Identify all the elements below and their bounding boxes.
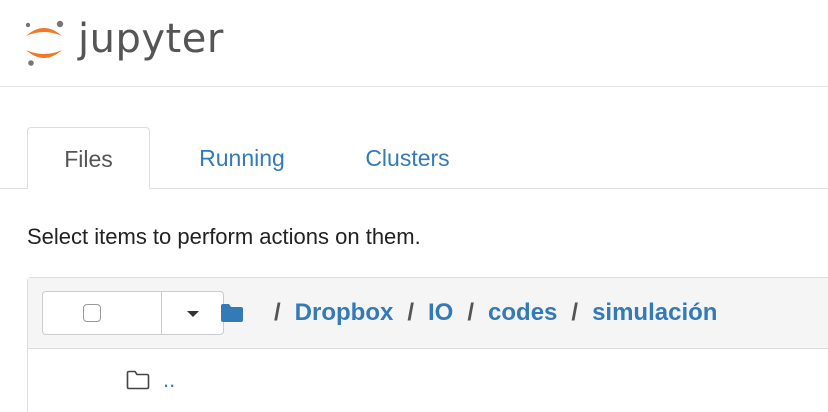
folder-icon[interactable]: [220, 303, 244, 323]
folder-outline-icon: [126, 370, 150, 390]
breadcrumb-item-io[interactable]: IO: [428, 299, 453, 327]
jupyter-logo-icon: [25, 20, 64, 66]
breadcrumb-item-codes[interactable]: codes: [488, 299, 557, 327]
tab-bar: Files Running Clusters: [0, 127, 828, 189]
select-all-control: [42, 291, 224, 335]
tab-files[interactable]: Files: [27, 127, 150, 189]
breadcrumb-separator: /: [407, 299, 415, 326]
jupyter-tree-page: jupyter Files Running Clusters Select it…: [0, 0, 828, 412]
list-item[interactable]: ..: [28, 349, 828, 412]
caret-down-icon: [187, 311, 199, 317]
parent-directory-link[interactable]: ..: [163, 367, 175, 393]
breadcrumb-separator: /: [467, 299, 475, 326]
breadcrumb-separator: /: [274, 299, 281, 326]
select-all-checkbox[interactable]: [83, 304, 101, 322]
logo-wordmark: jupyter: [78, 16, 224, 62]
breadcrumb-separator: /: [571, 299, 579, 326]
file-list-panel: / Dropbox / IO / codes / simulación ..: [27, 277, 828, 412]
breadcrumb-item-dropbox[interactable]: Dropbox: [295, 299, 394, 327]
tab-clusters[interactable]: Clusters: [335, 127, 480, 189]
breadcrumb: / Dropbox / IO / codes / simulación: [220, 296, 717, 330]
selection-dropdown-button[interactable]: [161, 291, 225, 335]
jupyter-logo[interactable]: jupyter: [20, 8, 260, 78]
header: jupyter: [0, 0, 828, 87]
instructions-text: Select items to perform actions on them.: [27, 224, 421, 249]
breadcrumb-item-simulacion[interactable]: simulación: [592, 299, 717, 327]
file-list-header: / Dropbox / IO / codes / simulación: [28, 278, 828, 349]
tab-running[interactable]: Running: [181, 127, 303, 189]
